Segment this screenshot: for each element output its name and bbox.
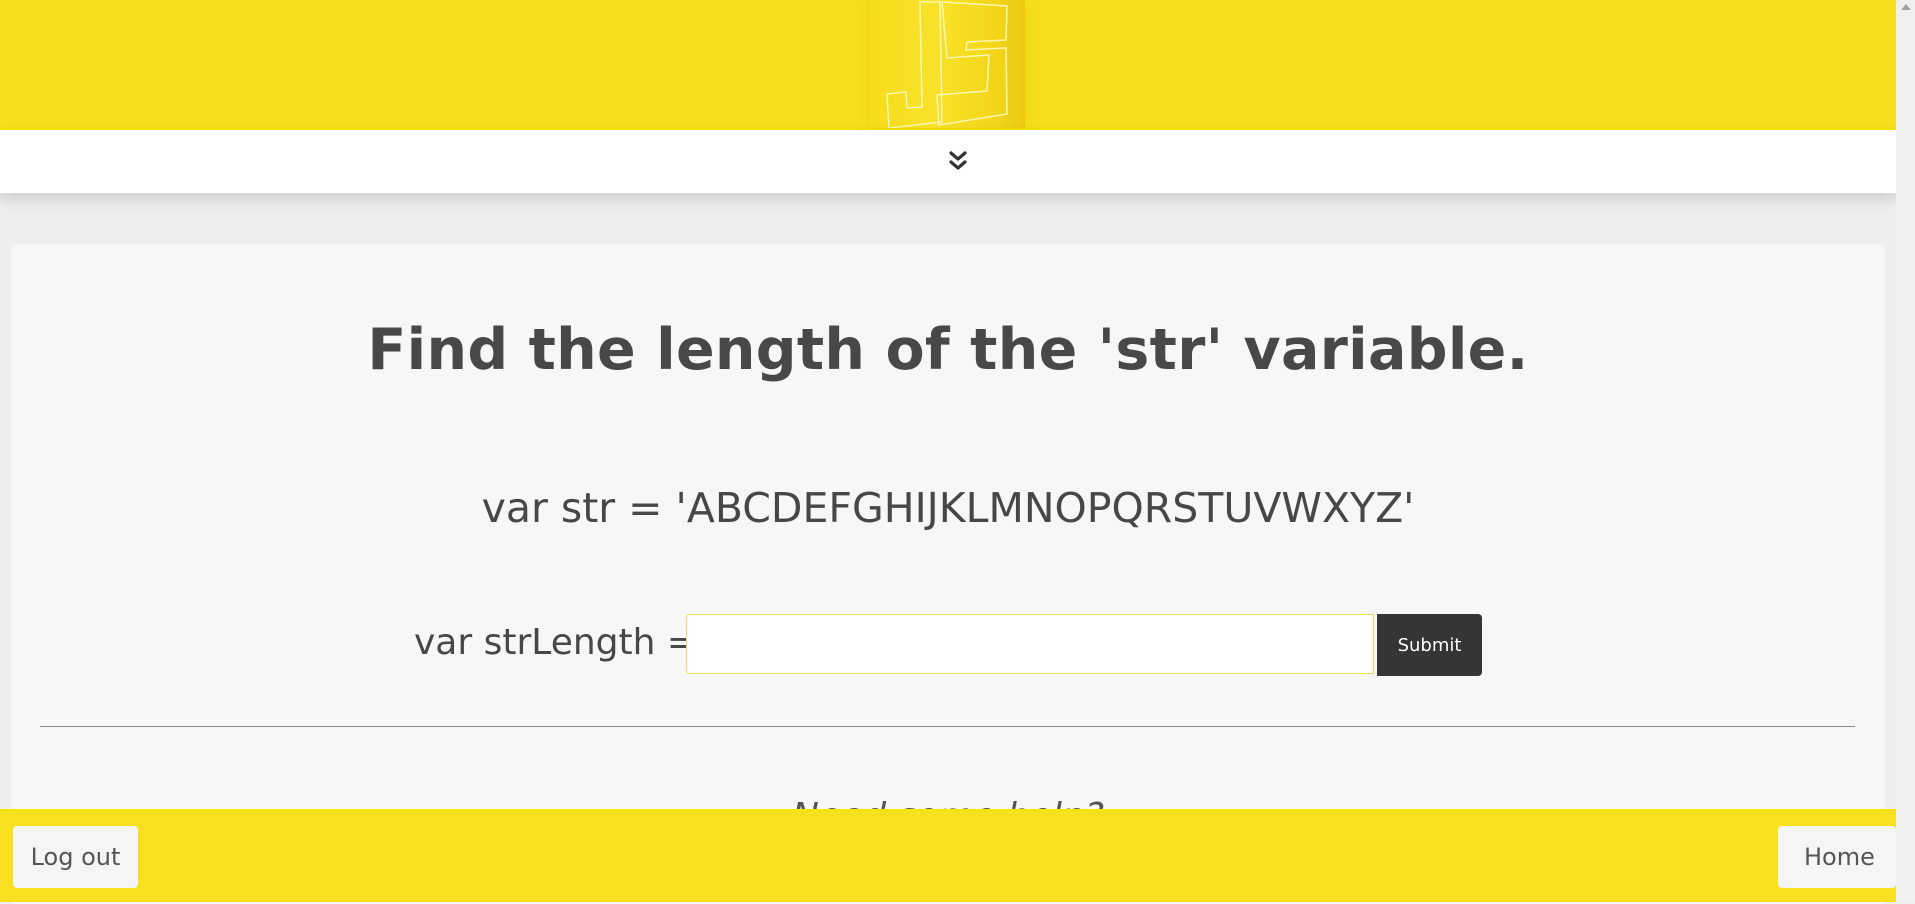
- home-button[interactable]: Home: [1778, 826, 1896, 888]
- js-logo: [869, 0, 1025, 128]
- scroll-up-icon[interactable]: [1901, 4, 1911, 10]
- code-snippet: var str = 'ABCDEFGHIJKLMNOPQRSTUVWXYZ': [481, 484, 1415, 532]
- answer-input[interactable]: [686, 614, 1374, 674]
- divider: [40, 726, 1855, 727]
- double-chevron-down-icon[interactable]: [948, 150, 968, 174]
- logout-button[interactable]: Log out: [13, 826, 138, 888]
- footer-bar: Log out Home: [0, 809, 1896, 902]
- header-expander[interactable]: [0, 130, 1896, 193]
- answer-label: var strLength =: [414, 622, 698, 663]
- question-title: Find the length of the 'str' variable.: [367, 317, 1529, 383]
- top-banner: [0, 0, 1896, 130]
- vertical-scrollbar[interactable]: [1896, 0, 1915, 900]
- submit-button[interactable]: Submit: [1377, 614, 1482, 676]
